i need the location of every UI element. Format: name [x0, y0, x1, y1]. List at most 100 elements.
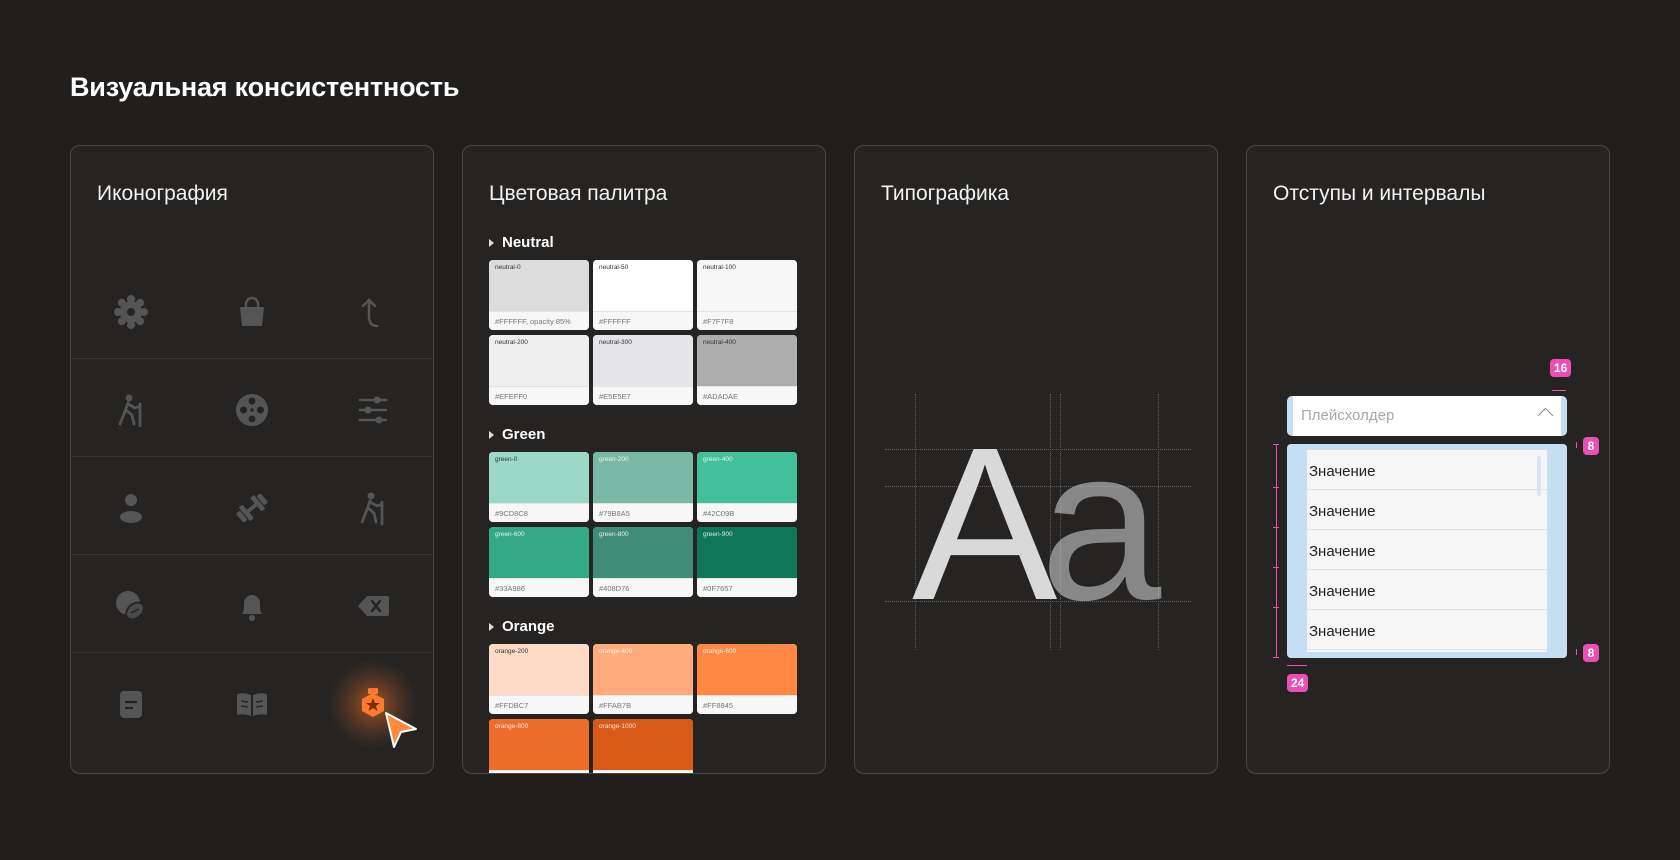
swatch-name: green-800	[599, 531, 629, 538]
page-title: Визуальная консистентность	[70, 72, 460, 102]
arrow-turn-up-icon[interactable]	[312, 265, 433, 358]
icon-grid	[71, 261, 433, 751]
swatch-name: neutral-300	[599, 339, 632, 346]
color-swatch[interactable]: neutral-100 #F7F7F8	[697, 260, 797, 330]
hiker-icon[interactable]	[71, 363, 192, 456]
palette-group-header[interactable]: Orange	[489, 618, 555, 635]
swatch-name: orange-600	[703, 648, 737, 655]
swatch-name: green-900	[703, 531, 733, 538]
type-sample-lower: a	[1040, 403, 1162, 646]
award-medal-icon[interactable]	[312, 657, 433, 751]
color-swatch[interactable]: orange-800	[489, 719, 589, 773]
swatch-hex	[593, 770, 693, 773]
swatch-hex: #ADADAE	[697, 386, 797, 405]
swatch-hex: #0F7657	[697, 578, 797, 597]
color-palette-card: Цветовая палитра Neutral neutral-0 #FFFFF…	[462, 145, 826, 774]
chevron-up-icon	[1537, 407, 1554, 424]
swatch-hex: #FF8845	[697, 695, 797, 714]
list-item[interactable]: Значение	[1307, 530, 1547, 570]
sliders-icon[interactable]	[312, 363, 433, 456]
icon-row	[71, 653, 433, 751]
measure-line	[1276, 444, 1277, 658]
color-swatch[interactable]: orange-200 #FFDBC7	[489, 644, 589, 714]
color-swatch[interactable]: green-0 #9CD8C8	[489, 452, 589, 522]
color-swatch[interactable]: orange-1000	[593, 719, 693, 773]
swatch-hex: #FFDBC7	[489, 695, 589, 714]
gear-icon[interactable]	[71, 265, 192, 358]
cursor-icon	[385, 712, 418, 748]
swatch-name: neutral-0	[495, 264, 521, 271]
measure-tick	[1576, 442, 1577, 448]
open-book-icon[interactable]	[192, 657, 313, 751]
icon-row	[71, 457, 433, 555]
measure-tick	[1273, 657, 1279, 658]
color-swatch[interactable]: orange-600 #FF8845	[697, 644, 797, 714]
backspace-icon[interactable]	[312, 559, 433, 652]
swatch-color: neutral-50	[593, 260, 693, 311]
note-icon[interactable]	[71, 657, 192, 751]
swatch-hex	[489, 770, 589, 773]
bell-icon[interactable]	[192, 559, 313, 652]
sports-balls-icon[interactable]	[71, 559, 192, 652]
swatch-name: orange-1000	[599, 723, 636, 730]
iconography-card: Иконография	[70, 145, 434, 774]
color-swatch[interactable]: neutral-400 #ADADAE	[697, 335, 797, 405]
swatch-color: orange-600	[697, 644, 797, 695]
scrollbar[interactable]	[1537, 456, 1541, 496]
color-swatch[interactable]: neutral-200 #EFEFF0	[489, 335, 589, 405]
list-item[interactable]: Значение	[1307, 610, 1547, 650]
swatch-grid-neutral: neutral-0 #FFFFFF, opacity 85% neutral-50 #…	[489, 260, 797, 405]
expand-triangle-icon	[489, 238, 494, 247]
swatch-color: orange-1000	[593, 719, 693, 770]
spacing-badge: 16	[1550, 359, 1572, 377]
user-icon[interactable]	[71, 461, 192, 554]
swatch-name: green-600	[495, 531, 525, 538]
color-swatch[interactable]: green-600 #33A986	[489, 527, 589, 597]
color-swatch[interactable]: orange-400 #FFAB7B	[593, 644, 693, 714]
hiker-icon[interactable]	[312, 461, 433, 554]
icon-row	[71, 261, 433, 359]
list-item[interactable]: Значение	[1307, 570, 1547, 610]
film-reel-icon[interactable]	[192, 363, 313, 456]
color-swatch[interactable]: green-400 #42C09B	[697, 452, 797, 522]
swatch-color: green-600	[489, 527, 589, 578]
list-item[interactable]: Значение	[1307, 450, 1547, 490]
bag-icon[interactable]	[192, 265, 313, 358]
measure-tick	[1273, 527, 1279, 528]
swatch-hex: #FFFFFF	[593, 311, 693, 330]
spacing-badge: 24	[1287, 674, 1309, 692]
swatch-color: neutral-300	[593, 335, 693, 386]
dumbbell-icon[interactable]	[192, 461, 313, 554]
palette-group-header[interactable]: Neutral	[489, 234, 554, 251]
measure-tick	[1273, 444, 1279, 445]
swatch-name: green-400	[703, 456, 733, 463]
swatch-color: green-800	[593, 527, 693, 578]
swatch-name: neutral-200	[495, 339, 528, 346]
expand-triangle-icon	[489, 622, 494, 631]
swatch-hex: #33A986	[489, 578, 589, 597]
swatch-hex: #F7F7F8	[697, 311, 797, 330]
color-swatch[interactable]: neutral-0 #FFFFFF, opacity 85%	[489, 260, 589, 330]
color-swatch[interactable]: green-900 #0F7657	[697, 527, 797, 597]
swatch-grid-green: green-0 #9CD8C8 green-200 #79B8A5 green-400 #…	[489, 452, 797, 597]
color-swatch[interactable]: green-200 #79B8A5	[593, 452, 693, 522]
swatch-color: neutral-100	[697, 260, 797, 311]
swatch-name: green-0	[495, 456, 518, 463]
list-item[interactable]: Значение	[1307, 490, 1547, 530]
icon-row	[71, 359, 433, 457]
swatch-color: neutral-400	[697, 335, 797, 386]
dropdown-list: Значение Значение Значение Значение Знач…	[1287, 444, 1567, 658]
measure-tick	[1273, 487, 1279, 488]
color-swatch[interactable]: green-800 #408D76	[593, 527, 693, 597]
swatch-hex: #9CD8C8	[489, 503, 589, 522]
card-title-palette: Цветовая палитра	[489, 182, 668, 205]
select-field[interactable]: Плейсхолдер	[1287, 396, 1567, 436]
swatch-hex: #EFEFF0	[489, 386, 589, 405]
palette-group-header[interactable]: Green	[489, 426, 545, 443]
card-title-spacing: Отступы и интервалы	[1273, 182, 1486, 205]
swatch-color: neutral-0	[489, 260, 589, 311]
color-swatch[interactable]: neutral-50 #FFFFFF	[593, 260, 693, 330]
color-swatch[interactable]: neutral-300 #E5E5E7	[593, 335, 693, 405]
group-name: Green	[502, 426, 546, 443]
measure-line	[1552, 390, 1566, 391]
